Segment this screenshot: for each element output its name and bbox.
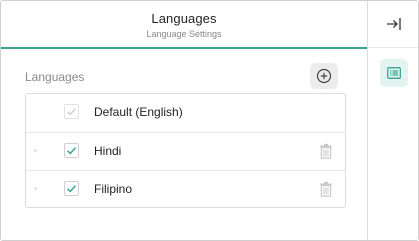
language-row-default: Default (English): [26, 94, 345, 131]
language-row-hindi: Hindi: [26, 132, 345, 170]
delete-language-filipino-trash-icon[interactable]: [319, 181, 333, 197]
languages-window: Languages Language Settings Languages De…: [0, 0, 419, 241]
collapse-panel-button[interactable]: [368, 1, 418, 48]
language-label: Hindi: [94, 144, 122, 158]
check-icon: [66, 147, 77, 155]
main-panel: Languages Language Settings Languages De…: [1, 1, 367, 240]
page-subtitle: Language Settings: [146, 29, 222, 39]
drag-handle-icon[interactable]: [34, 149, 37, 152]
languages-table: Default (English) Hindi Filipino: [25, 93, 346, 208]
page-title: Languages: [151, 11, 217, 26]
list-panel-button[interactable]: [380, 59, 408, 87]
panel-header: Languages Language Settings: [1, 1, 367, 49]
section-label: Languages: [25, 70, 85, 84]
plus-circle-icon: [316, 68, 332, 84]
list-panel-icon: [387, 67, 401, 79]
drag-handle-icon[interactable]: [34, 187, 37, 190]
language-label: Default (English): [94, 105, 183, 119]
add-language-button[interactable]: [310, 63, 338, 89]
language-checkbox-default: [64, 104, 79, 119]
language-checkbox-hindi[interactable]: [64, 143, 79, 158]
check-icon: [66, 185, 77, 193]
language-label: Filipino: [94, 182, 133, 196]
delete-language-hindi-trash-icon[interactable]: [319, 143, 333, 159]
right-rail: [367, 1, 418, 240]
check-icon: [67, 108, 77, 116]
language-checkbox-filipino[interactable]: [64, 181, 79, 196]
language-row-filipino: Filipino: [26, 170, 345, 208]
collapse-right-icon: [386, 18, 401, 30]
